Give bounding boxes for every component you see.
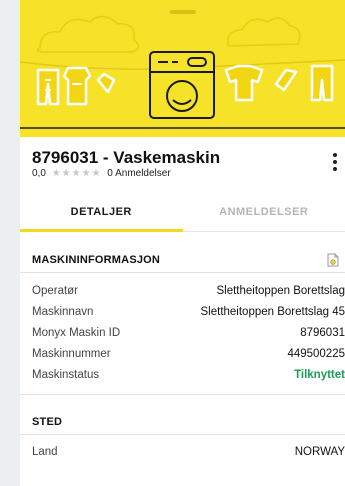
hero-banner [20,0,345,137]
row-label: Maskinnummer [32,348,111,360]
more-vert-icon[interactable] [328,151,342,173]
tab-details[interactable]: DETALJER [20,193,183,232]
location-heading: STED [32,416,63,428]
machine-info-heading: MASKININFORMASJON [32,254,161,266]
section-divider [20,434,345,435]
machine-title: 8796031 - Vaskemaskin [32,148,221,167]
row-value: NORWAY [294,446,345,458]
rating-stars: ★★★★★ [51,168,102,179]
drag-handle[interactable] [170,10,196,14]
machine-detail-sheet: 8796031 - Vaskemaskin 0,0 ★★★★★ 0 Anmeld… [20,0,345,486]
location-row-country: Land NORWAY [32,442,345,462]
row-value: 8796031 [300,327,345,339]
row-value: Slettheitoppen Borettslag [216,285,345,297]
row-label: Land [32,446,58,458]
tab-reviews[interactable]: ANMELDELSER [183,193,345,231]
document-icon[interactable] [327,253,339,267]
row-label: Operatør [32,285,79,297]
row-label: Monyx Maskin ID [32,327,121,339]
rating-value: 0,0 [32,168,46,179]
info-row-machine-name: Maskinnavn Slettheitoppen Borettslag 45 [32,302,345,322]
status-badge: Tilknyttet [294,369,345,381]
row-label: Maskinnavn [32,306,94,318]
info-row-machine-number: Maskinnummer 449500225 [32,344,345,364]
info-row-machine-status: Maskinstatus Tilknyttet [32,365,345,385]
row-value: 449500225 [287,348,345,360]
section-divider [20,272,345,273]
tab-bar: DETALJER ANMELDELSER [20,193,345,232]
row-value: Slettheitoppen Borettslag 45 [200,306,345,318]
section-divider [20,394,345,395]
row-label: Maskinstatus [32,369,100,381]
info-row-operator: Operatør Slettheitoppen Borettslag [32,281,345,301]
reviews-count: 0 Anmeldelser [107,168,171,179]
laundry-illustration [20,15,345,129]
rating-summary: 0,0 ★★★★★ 0 Anmeldelser [32,168,171,179]
info-row-monyx-id: Monyx Maskin ID 8796031 [32,323,345,343]
